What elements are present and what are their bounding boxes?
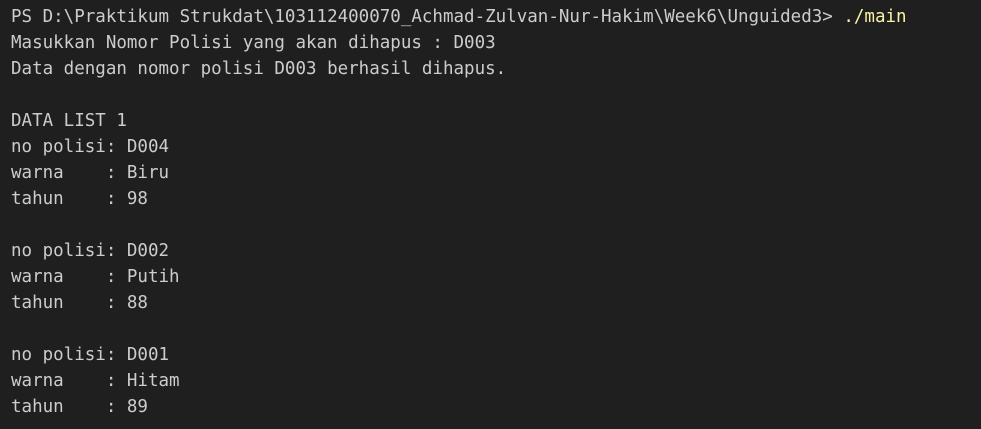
output-line: no polisi: D002 xyxy=(11,241,170,261)
command-text: ./main xyxy=(843,7,907,27)
prompt-line: PS D:\Praktikum Strukdat\103112400070_Ac… xyxy=(11,4,981,30)
output-line: no polisi: D004 xyxy=(11,137,170,157)
output-line: Data dengan nomor polisi D003 berhasil d… xyxy=(11,59,507,79)
output-line: tahun : 88 xyxy=(11,293,148,313)
output-line: Masukkan Nomor Polisi yang akan dihapus … xyxy=(11,33,496,53)
output-line: warna : Hitam xyxy=(11,371,180,391)
output-line: warna : Putih xyxy=(11,267,180,287)
output-line: warna : Biru xyxy=(11,163,170,183)
output-line: tahun : 89 xyxy=(11,397,148,417)
output-line: no polisi: D001 xyxy=(11,345,170,365)
output-line: DATA LIST 1 xyxy=(11,111,127,131)
prompt-path: PS D:\Praktikum Strukdat\103112400070_Ac… xyxy=(11,7,844,27)
terminal-window[interactable]: PS D:\Praktikum Strukdat\103112400070_Ac… xyxy=(0,0,981,429)
output-line: tahun : 98 xyxy=(11,189,148,209)
